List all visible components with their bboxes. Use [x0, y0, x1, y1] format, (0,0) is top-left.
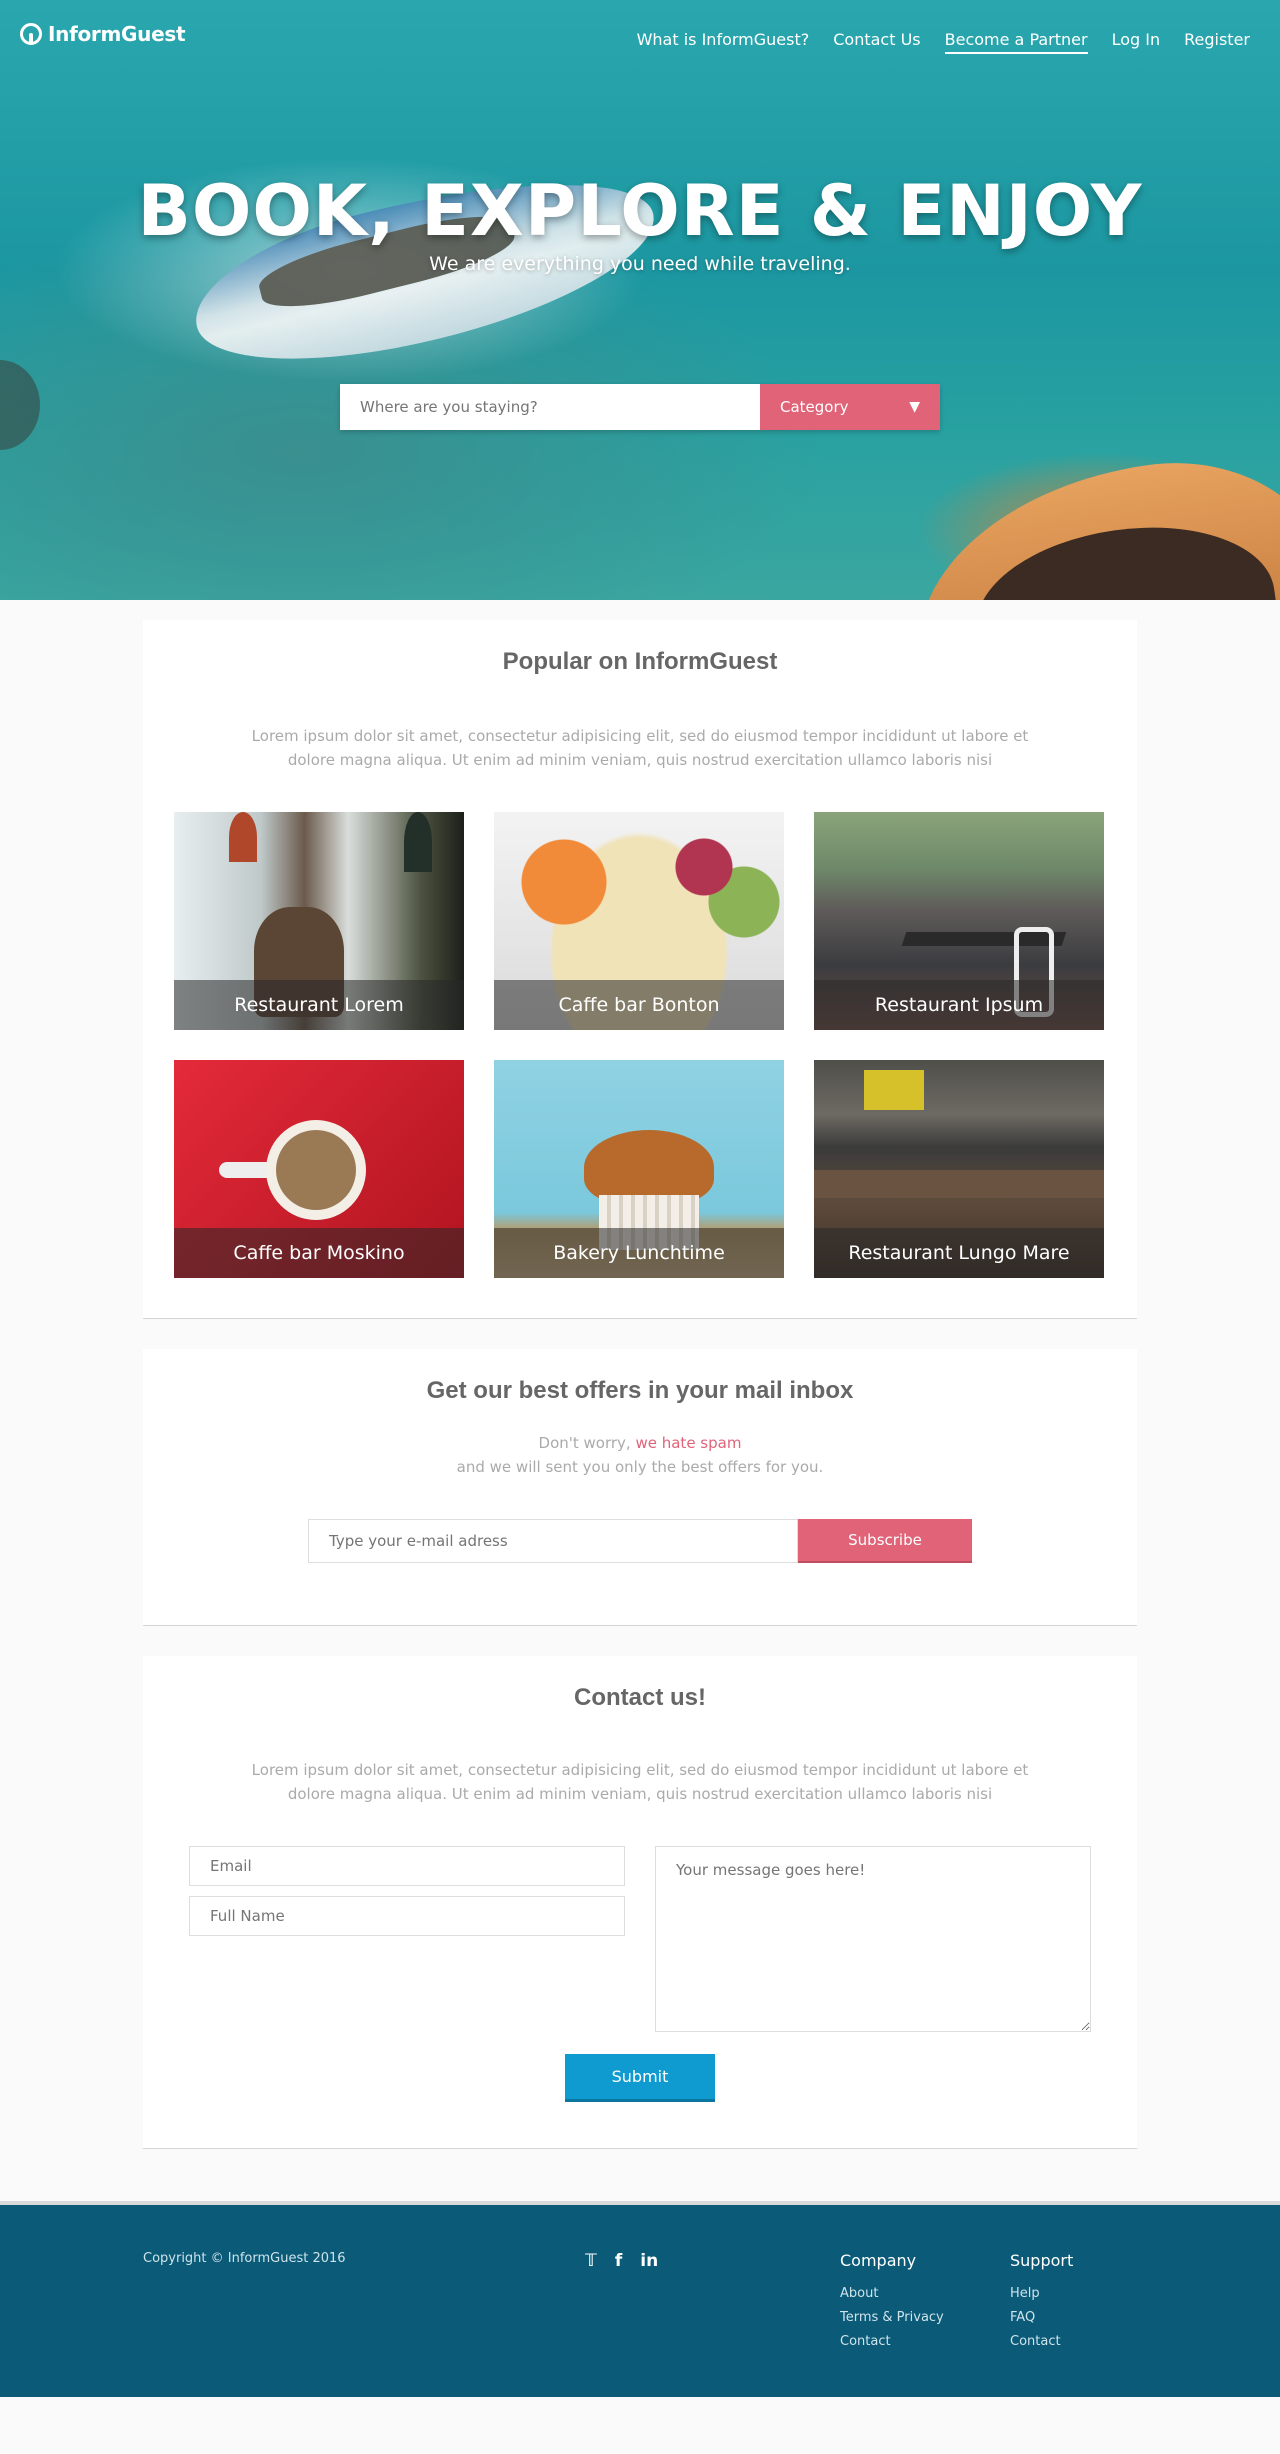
contact-email-field[interactable] [189, 1846, 625, 1886]
subscribe-button[interactable]: Subscribe [798, 1519, 972, 1563]
newsletter-email-input[interactable] [308, 1519, 798, 1563]
subscribe-form: Subscribe [143, 1519, 1137, 1563]
place-card-bakery-lunchtime[interactable]: Bakery Lunchtime [494, 1060, 784, 1278]
hero-title: BOOK, EXPLORE & ENJOY [137, 170, 1143, 252]
newsletter-line2: and we will sent you only the best offer… [456, 1458, 824, 1476]
contact-section: Contact us! Lorem ipsum dolor sit amet, … [143, 1656, 1137, 2149]
place-card-caption: Restaurant Ipsum [814, 980, 1104, 1030]
footer-company-column: Company About Terms & Privacy Contact [840, 2251, 944, 2354]
footer-link-about[interactable]: About [840, 2282, 944, 2306]
hero-boat-image-2 [898, 441, 1280, 600]
place-card-caffe-bar-bonton[interactable]: Caffe bar Bonton [494, 812, 784, 1030]
footer-company-title: Company [840, 2251, 917, 2270]
hero-rock [0, 360, 40, 450]
footer: Copyright © InformGuest 2016 𝕋 f in Comp… [0, 2201, 1280, 2397]
place-card-restaurant-lungo-mare[interactable]: Restaurant Lungo Mare [814, 1060, 1104, 1278]
copyright: Copyright © InformGuest 2016 [143, 2251, 346, 2266]
place-card-caffe-bar-moskino[interactable]: Caffe bar Moskino [174, 1060, 464, 1278]
facebook-icon[interactable]: f [615, 2251, 622, 2271]
contact-description: Lorem ipsum dolor sit amet, consectetur … [251, 1761, 1029, 1803]
footer-link-terms[interactable]: Terms & Privacy [840, 2306, 944, 2330]
popular-description: Lorem ipsum dolor sit amet, consectetur … [251, 727, 1029, 769]
contact-message-field[interactable] [655, 1846, 1091, 2032]
popular-section: Popular on InformGuest Lorem ipsum dolor… [143, 620, 1137, 1319]
chevron-down-icon: ▼ [909, 399, 920, 415]
nav-what-is[interactable]: What is InformGuest? [637, 30, 810, 54]
place-card-restaurant-ipsum[interactable]: Restaurant Ipsum [814, 812, 1104, 1030]
place-card-caption: Restaurant Lorem [174, 980, 464, 1030]
logo-text: InformGuest [48, 22, 186, 46]
contact-form [143, 1846, 1137, 2032]
no-spam-highlight: we hate spam [635, 1434, 742, 1452]
place-card-caption: Restaurant Lungo Mare [814, 1228, 1104, 1278]
twitter-icon[interactable]: 𝕋 [585, 2251, 597, 2271]
nav-contact-us[interactable]: Contact Us [833, 30, 920, 54]
footer-support-title: Support [1010, 2251, 1074, 2270]
footer-link-faq[interactable]: FAQ [1010, 2306, 1073, 2330]
logo[interactable]: InformGuest [20, 22, 186, 46]
submit-button[interactable]: Submit [565, 2054, 715, 2102]
social-links: 𝕋 f in [585, 2251, 658, 2271]
main-nav: What is InformGuest? Contact Us Become a… [637, 30, 1250, 54]
linkedin-icon[interactable]: in [640, 2251, 658, 2271]
footer-link-support-contact[interactable]: Contact [1010, 2330, 1073, 2354]
logo-icon [20, 23, 42, 45]
footer-link-contact[interactable]: Contact [840, 2330, 944, 2354]
nav-become-partner[interactable]: Become a Partner [944, 30, 1088, 54]
newsletter-section: Get our best offers in your mail inbox D… [143, 1349, 1137, 1626]
contact-title: Contact us! [574, 1684, 706, 1711]
newsletter-line1: Don't worry, [538, 1434, 636, 1452]
newsletter-title: Get our best offers in your mail inbox [426, 1377, 854, 1404]
nav-register[interactable]: Register [1184, 30, 1250, 54]
place-card-restaurant-lorem[interactable]: Restaurant Lorem [174, 812, 464, 1030]
popular-grid: Restaurant Lorem Caffe bar Bonton Restau… [143, 812, 1137, 1278]
footer-link-help[interactable]: Help [1010, 2282, 1073, 2306]
hero-subtitle: We are everything you need while traveli… [429, 253, 851, 275]
category-label: Category [780, 398, 849, 416]
nav-log-in[interactable]: Log In [1112, 30, 1161, 54]
place-card-caption: Caffe bar Bonton [494, 980, 784, 1030]
search-input[interactable] [340, 384, 760, 430]
contact-name-field[interactable] [189, 1896, 625, 1936]
place-card-caption: Caffe bar Moskino [174, 1228, 464, 1278]
footer-support-column: Support Help FAQ Contact [1010, 2251, 1073, 2354]
place-card-caption: Bakery Lunchtime [494, 1228, 784, 1278]
category-dropdown[interactable]: Category ▼ [760, 384, 940, 430]
hero: InformGuest What is InformGuest? Contact… [0, 0, 1280, 600]
newsletter-text: Don't worry, we hate spam and we will se… [143, 1431, 1137, 1479]
popular-title: Popular on InformGuest [502, 648, 778, 675]
search-bar: Category ▼ [340, 384, 940, 430]
